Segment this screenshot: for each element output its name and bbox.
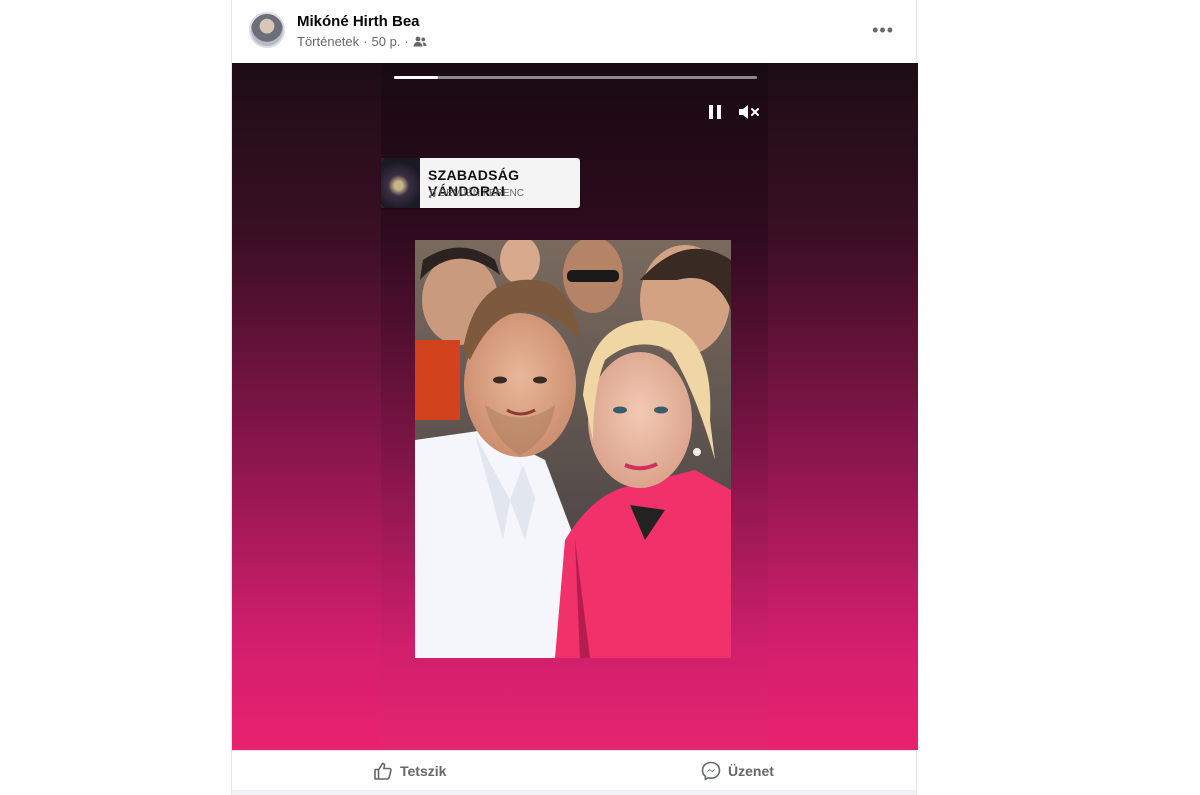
story-viewer[interactable]: SZABADSÁG VÁNDORAI DEMJÉN FERENC	[232, 63, 918, 750]
post-bottom-divider	[232, 790, 916, 795]
author-name[interactable]: Mikóné Hirth Bea	[297, 13, 420, 30]
source-link[interactable]: Történetek	[297, 34, 359, 49]
pause-icon[interactable]	[707, 103, 723, 121]
friends-icon	[413, 36, 427, 47]
post-actions: Tetszik Üzenet	[232, 750, 916, 791]
selfie-photo	[415, 240, 731, 658]
album-cover	[381, 158, 420, 208]
post-meta: Történetek · 50 p. ·	[297, 34, 427, 49]
speaker-muted-icon[interactable]	[737, 102, 761, 122]
post-time[interactable]: 50 p.	[372, 34, 401, 49]
song-artist: DEMJÉN FERENC	[439, 188, 525, 199]
message-label: Üzenet	[728, 763, 774, 779]
story-post: Mikóné Hirth Bea Történetek · 50 p. · ••…	[231, 0, 918, 795]
message-button[interactable]: Üzenet	[701, 751, 774, 791]
more-options-button[interactable]: •••	[872, 20, 894, 41]
music-note-icon	[428, 189, 436, 198]
like-label: Tetszik	[400, 763, 447, 779]
messenger-icon	[701, 761, 721, 781]
meta-separator-2: ·	[404, 34, 409, 49]
story-progress-fill	[394, 76, 438, 79]
author-avatar[interactable]	[249, 12, 285, 48]
story-progress-bar	[394, 76, 757, 79]
meta-separator: ·	[363, 34, 368, 49]
song-artist-row: DEMJÉN FERENC	[428, 188, 524, 199]
like-button[interactable]: Tetszik	[373, 751, 446, 791]
post-header: Mikóné Hirth Bea Történetek · 50 p. · ••…	[232, 0, 916, 63]
music-sticker[interactable]: SZABADSÁG VÁNDORAI DEMJÉN FERENC	[381, 158, 580, 208]
thumbs-up-icon	[374, 762, 392, 780]
